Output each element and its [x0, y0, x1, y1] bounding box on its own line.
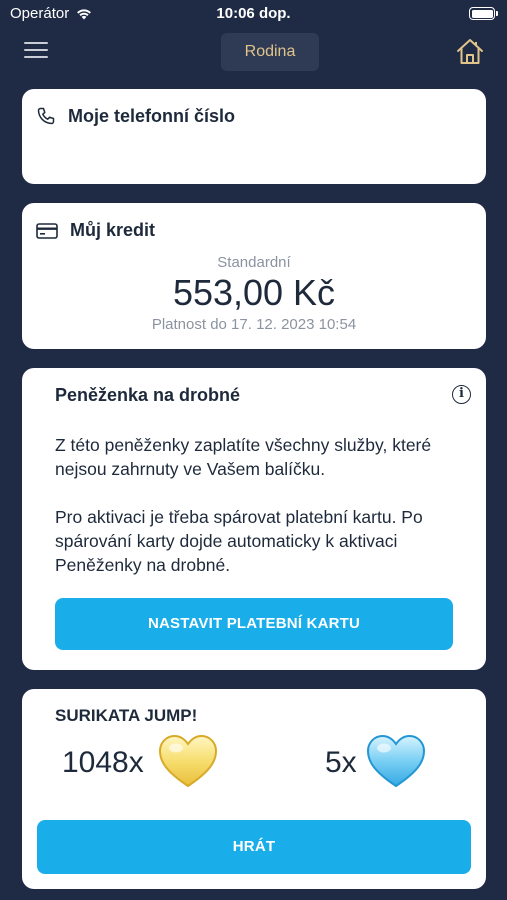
wallet-activation-note: Pro aktivaci je třeba spárovat platební … [55, 507, 423, 575]
wallet-card: Peněženka na drobné i Z této peněženky z… [22, 368, 486, 670]
battery-icon [469, 7, 498, 20]
menu-icon[interactable] [24, 42, 48, 62]
game-card-title: SURIKATA JUMP! [55, 706, 198, 725]
credit-card[interactable]: Můj kredit Standardní 553,00 Kč Platnost… [22, 203, 486, 349]
game-card: SURIKATA JUMP! 1048x 5x HRÁT [22, 689, 486, 889]
credit-amount: 553,00 Kč [172, 272, 336, 313]
credit-card-icon [36, 223, 58, 239]
info-icon[interactable]: i [452, 385, 471, 404]
wallet-card-title: Peněženka na drobné [55, 385, 241, 405]
gold-hearts-count: 1048x [62, 746, 144, 779]
play-button[interactable]: HRÁT [37, 820, 471, 874]
family-tab[interactable]: Rodina [221, 33, 319, 71]
credit-valid-until: Platnost do 17. 12. 2023 10:54 [151, 316, 357, 333]
status-bar: Operátor 10:06 dop. [0, 0, 507, 28]
phone-icon [37, 107, 55, 125]
home-icon[interactable] [455, 36, 485, 66]
credit-card-title: Můj kredit [70, 220, 156, 240]
phone-number-card[interactable]: Moje telefonní číslo [22, 89, 486, 184]
set-payment-card-button[interactable]: NASTAVIT PLATEBNÍ KARTU [55, 598, 453, 650]
gold-heart-icon [158, 734, 218, 788]
blue-heart-icon [366, 734, 426, 788]
status-time: 10:06 dop. [216, 5, 291, 22]
phone-card-title: Moje telefonní číslo [68, 106, 236, 126]
wallet-description: Z této peněženky zaplatíte všechny služb… [55, 435, 432, 479]
blue-hearts-count: 5x [325, 746, 357, 779]
credit-type: Standardní [217, 254, 291, 271]
